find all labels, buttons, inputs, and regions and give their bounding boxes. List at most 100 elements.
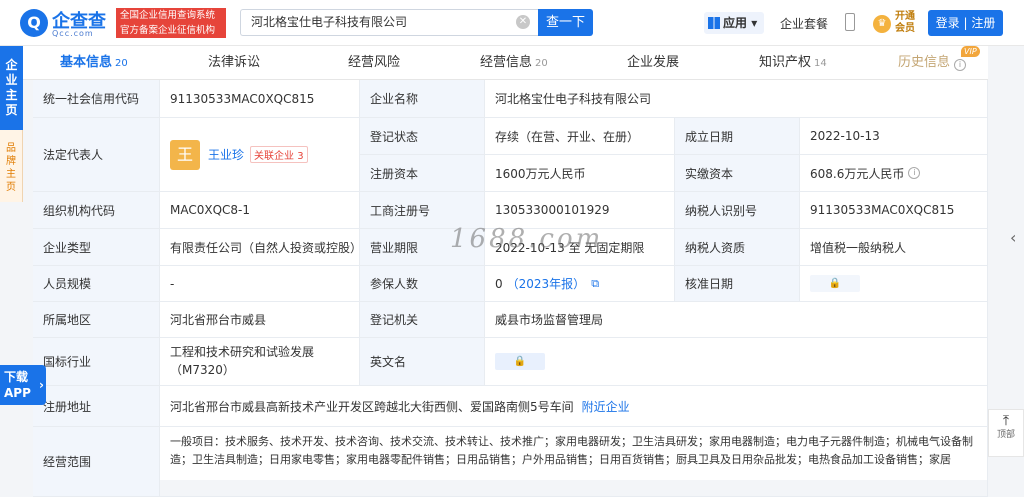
insured-year-link[interactable]: （2023年报） <box>507 275 586 292</box>
address-value: 河北省邢台市威县高新技术产业开发区跨越北大街西侧、爱国路南侧5号车间 <box>170 399 574 414</box>
chevron-right-icon: › <box>39 378 44 392</box>
biz-term-value: 2022-10-13 至 无固定期限 <box>485 229 675 266</box>
staff-size-label: 人员规模 <box>33 266 160 302</box>
download-app-button[interactable]: 下载 APP › <box>0 365 46 405</box>
section-tabs: 基本信息 20 法律诉讼 经营风险 经营信息 20 企业发展 知识产权 14 历史信息… <box>23 46 988 80</box>
tab-count: 20 <box>115 58 128 69</box>
side-tab-company-home[interactable]: 企业主页 <box>0 46 23 130</box>
crown-icon: ♛ <box>873 15 891 33</box>
back-to-top-label: 顶部 <box>996 430 1015 440</box>
tab-label: 经营信息 <box>480 55 533 70</box>
lock-icon[interactable]: 🔒 <box>495 353 545 370</box>
official-tagline: 全国企业信用查询系统 官方备案企业征信机构 <box>116 8 226 38</box>
tagline-line2: 官方备案企业征信机构 <box>120 25 216 36</box>
search-input[interactable]: 河北格宝仕电子科技有限公司 ✕ <box>240 9 538 36</box>
tab-development[interactable]: 企业发展 <box>627 46 679 80</box>
vip-badge: VIP <box>961 46 980 57</box>
insured-label: 参保人数 <box>360 266 485 302</box>
taxpayer-qual-value: 增值税一般纳税人 <box>800 229 988 266</box>
org-code-label: 组织机构代码 <box>33 192 160 229</box>
arrow-up-icon: ⤒ <box>1002 413 1010 429</box>
reg-capital-value: 1600万元人民币 <box>485 155 675 192</box>
address-label: 注册地址 <box>33 386 160 427</box>
related-companies-badge[interactable]: 关联企业 3 <box>250 146 308 163</box>
lock-icon[interactable]: 🔒 <box>810 275 860 292</box>
org-code-value: MAC0XQC8-1 <box>160 192 360 229</box>
qcc-logo[interactable]: Q 企查查 Qcc.com <box>20 7 112 39</box>
paid-capital-value: 608.6万元人民币 <box>810 166 905 181</box>
taxpayer-id-label: 纳税人识别号 <box>675 192 800 229</box>
legal-rep-cell: 王 王业珍 关联企业 3 <box>160 118 360 192</box>
chevron-left-icon[interactable]: ‹ <box>1010 228 1016 247</box>
legal-rep-label: 法定代表人 <box>33 118 160 192</box>
info-icon[interactable]: i <box>908 167 921 179</box>
industry-value: 工程和技术研究和试验发展（M7320） <box>160 338 360 386</box>
tab-business-info[interactable]: 经营信息 20 <box>480 46 548 80</box>
biz-reg-no-label: 工商注册号 <box>360 192 485 229</box>
legal-rep-name-link[interactable]: 王业珍 <box>208 146 244 163</box>
eng-name-label: 英文名 <box>360 338 485 386</box>
credit-code-label: 统一社会信用代码 <box>33 80 160 118</box>
chevron-down-icon: ▾ <box>751 16 758 30</box>
tab-count: 14 <box>814 58 827 69</box>
share-icon[interactable]: ⧉ <box>591 277 599 291</box>
side-tab-company-home-label: 企业主页 <box>5 58 18 117</box>
taxpayer-id-value: 91130533MAC0XQC815 <box>800 192 988 229</box>
login-register-button[interactable]: 登录 | 注册 <box>928 10 1003 36</box>
top-bar: Q 企查查 Qcc.com 全国企业信用查询系统 官方备案企业征信机构 河北格宝… <box>0 0 1024 46</box>
tagline-line1: 全国企业信用查询系统 <box>120 10 216 21</box>
company-name-label: 企业名称 <box>360 80 485 118</box>
credit-code-value[interactable]: 91130533MAC0XQC815 <box>160 80 360 118</box>
tab-litigation[interactable]: 法律诉讼 <box>208 46 260 80</box>
tab-label: 法律诉讼 <box>208 55 261 70</box>
region-value: 河北省邢台市威县 <box>160 302 360 338</box>
back-to-top-button[interactable]: ⤒ 顶部 <box>988 409 1024 457</box>
scope-value: 一般项目：技术服务、技术开发、技术咨询、技术交流、技术转让、技术推广；家用电器研… <box>160 427 988 497</box>
reg-authority-value: 威县市场监督管理局 <box>485 302 988 338</box>
biz-term-label: 营业期限 <box>360 229 485 266</box>
search-button[interactable]: 查一下 <box>538 9 593 36</box>
tab-label: 经营风险 <box>348 55 401 70</box>
open-membership-button[interactable]: ♛ 开通 会员 <box>873 11 923 37</box>
est-date-value: 2022-10-13 <box>800 118 988 155</box>
basic-info-table: 统一社会信用代码 91130533MAC0XQC815 企业名称 河北格宝仕电子… <box>33 80 988 497</box>
logo-subtitle: Qcc.com <box>52 29 94 38</box>
tab-business-risk[interactable]: 经营风险 <box>348 46 400 80</box>
tab-basic-info[interactable]: 基本信息 20 <box>60 46 128 80</box>
reg-capital-label: 注册资本 <box>360 155 485 192</box>
biz-reg-no-value: 130533000101929 <box>485 192 675 229</box>
side-tab-brand-home[interactable]: 品牌主页 <box>0 130 23 202</box>
address-cell: 河北省邢台市威县高新技术产业开发区跨越北大街西侧、爱国路南侧5号车间 附近企业 <box>160 386 988 427</box>
tab-history[interactable]: 历史信息 i <box>898 46 967 80</box>
related-companies-count: 3 <box>297 151 304 162</box>
apps-menu-button[interactable]: 应用 ▾ <box>704 12 764 34</box>
tab-ip[interactable]: 知识产权 14 <box>759 46 827 80</box>
apps-grid-icon <box>708 17 720 29</box>
enterprise-suite-link[interactable]: 企业套餐 <box>780 15 828 32</box>
legal-rep-avatar[interactable]: 王 <box>170 139 200 170</box>
reg-status-value: 存续（在营、开业、在册） <box>485 118 675 155</box>
eng-name-cell: 🔒 <box>485 338 988 386</box>
scope-label: 经营范围 <box>33 427 160 497</box>
taxpayer-qual-label: 纳税人资质 <box>675 229 800 266</box>
tab-label: 企业发展 <box>627 55 680 70</box>
insured-value: 0 <box>495 276 503 291</box>
tab-label: 基本信息 <box>60 55 113 70</box>
industry-label: 国标行业 <box>33 338 160 386</box>
vip-line1: 开通 <box>895 11 915 22</box>
paid-capital-label: 实缴资本 <box>675 155 800 192</box>
side-tab-brand-home-label: 品牌主页 <box>6 143 16 193</box>
tab-label: 历史信息 <box>898 55 951 70</box>
staff-size-value: - <box>160 266 360 302</box>
nearby-companies-link[interactable]: 附近企业 <box>582 398 630 415</box>
clear-icon[interactable]: ✕ <box>516 15 530 29</box>
reg-authority-label: 登记机关 <box>360 302 485 338</box>
paid-capital-cell: 608.6万元人民币 i <box>800 155 988 192</box>
mobile-phone-icon[interactable] <box>845 13 855 31</box>
tab-label: 知识产权 <box>759 55 812 70</box>
vip-line2: 会员 <box>895 23 915 34</box>
info-icon: i <box>954 59 967 71</box>
company-name-value[interactable]: 河北格宝仕电子科技有限公司 <box>485 80 988 118</box>
insured-cell: 0 （2023年报） ⧉ <box>485 266 675 302</box>
approval-date-cell: 🔒 <box>800 266 988 302</box>
